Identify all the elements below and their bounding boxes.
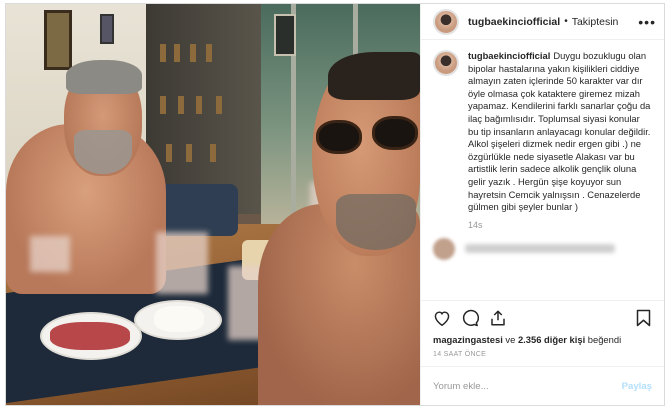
chair <box>158 184 238 236</box>
comment-box: Yorum ekle... Paylaş <box>421 367 664 405</box>
caption-text: Duygu bozuklugu olan bipolar hastalarına… <box>468 50 651 213</box>
food <box>154 306 204 332</box>
food <box>50 322 130 350</box>
avatar[interactable] <box>433 8 459 35</box>
post-photo[interactable] <box>6 4 420 405</box>
action-bar <box>421 300 664 334</box>
blurred-bottle <box>156 232 208 294</box>
wall-frame <box>100 14 114 44</box>
avatar[interactable] <box>433 50 459 76</box>
likes-count[interactable]: 2.356 diğer kişi <box>518 334 585 345</box>
post-header: tugbaekinciofficial • Takiptesin ••• <box>421 4 664 40</box>
caption-username[interactable]: tugbaekinciofficial <box>468 50 550 61</box>
separator-dot: • <box>564 16 568 27</box>
comment-item <box>433 237 652 260</box>
likes-summary: magazingastesi ve 2.356 diğer kişi beğen… <box>433 334 622 345</box>
bookmark-icon[interactable] <box>632 307 654 329</box>
post-timestamp: 14 SAAT ÖNCE <box>421 345 664 367</box>
comment-icon[interactable] <box>459 307 481 329</box>
comments-area: tugbaekinciofficial Duygu bozuklugu olan … <box>421 40 664 300</box>
follow-status[interactable]: Takiptesin <box>572 16 619 28</box>
share-icon[interactable] <box>487 307 509 329</box>
sunglasses <box>316 116 420 158</box>
avatar[interactable] <box>433 237 455 260</box>
caption-time: 14s <box>468 219 483 230</box>
caption: tugbaekinciofficial Duygu bozuklugu olan … <box>433 50 652 214</box>
instagram-post: tugbaekinciofficial • Takiptesin ••• tug… <box>5 3 665 406</box>
blurred-glass <box>30 236 70 272</box>
post-username[interactable]: tugbaekinciofficial <box>468 16 560 28</box>
comment-input[interactable]: Yorum ekle... <box>433 381 489 392</box>
heart-icon[interactable] <box>431 307 453 329</box>
post-comment-button[interactable]: Paylaş <box>622 381 652 392</box>
portrait-frame <box>274 14 296 56</box>
more-options-icon[interactable]: ••• <box>638 14 656 30</box>
liker-username[interactable]: magazingastesi <box>433 334 503 345</box>
page: tugbaekinciofficial • Takiptesin ••• tug… <box>0 0 670 409</box>
wall-painting <box>44 10 72 70</box>
blurred-comment <box>465 244 615 254</box>
post-sidebar: tugbaekinciofficial • Takiptesin ••• tug… <box>420 4 664 405</box>
